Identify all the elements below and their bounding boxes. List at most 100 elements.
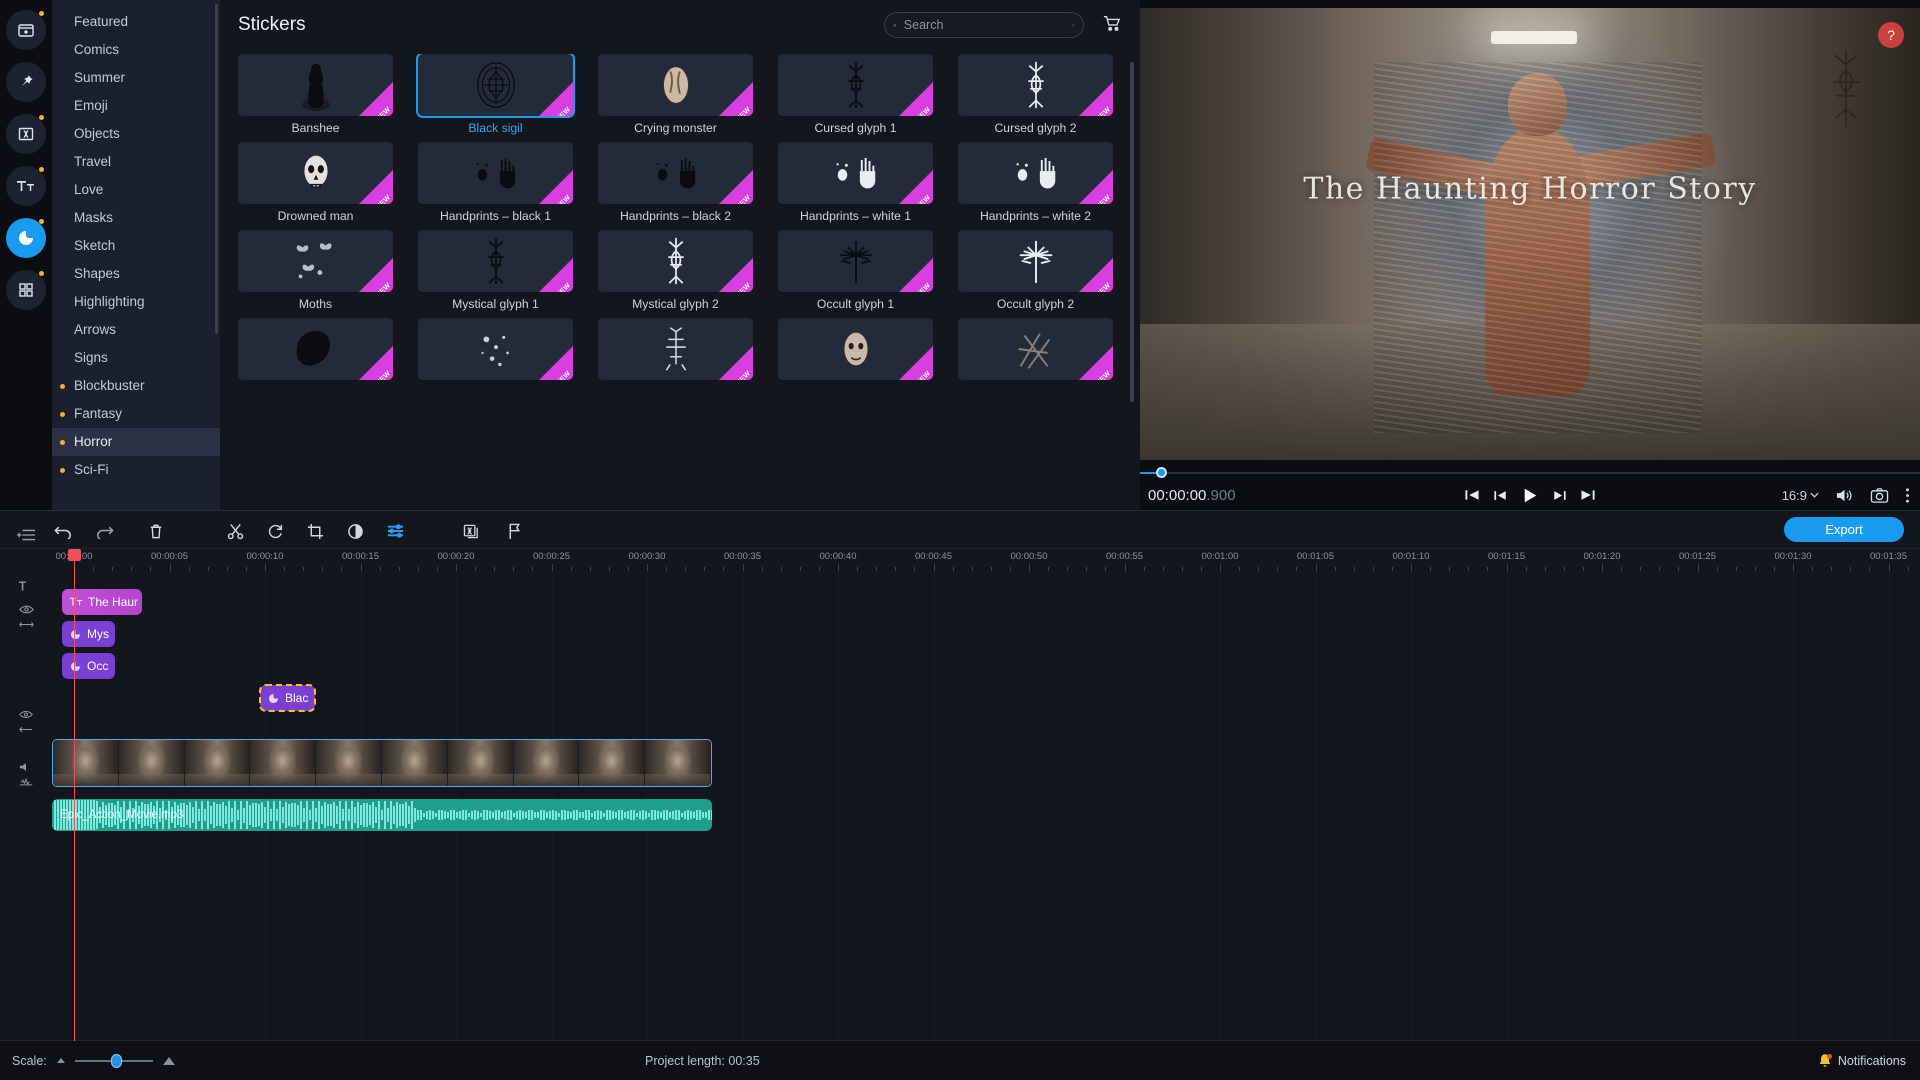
sticker-tile[interactable]: NEW Mystical glyph 2 [598,230,753,311]
notifications-button[interactable]: Notifications [1818,1053,1906,1069]
slider-handle[interactable] [110,1053,122,1068]
sticker-tile[interactable]: NEW Drowned man [238,142,393,223]
category-item-sci-fi[interactable]: Sci-Fi [52,456,220,484]
rail-item-titles[interactable] [6,166,46,206]
category-item-sketch[interactable]: Sketch [52,232,220,260]
link-horizontal-icon[interactable] [18,619,34,630]
sticker-thumbnail[interactable]: NEW [418,318,573,380]
sticker-thumbnail[interactable]: NEW [598,230,753,292]
sticker-thumbnail[interactable]: NEW [958,318,1113,380]
play-icon[interactable] [1522,487,1539,504]
sticker-tile[interactable]: NEW Banshee [238,54,393,135]
sticker-tile[interactable]: NEW Crying monster [598,54,753,135]
track-control-video[interactable] [0,709,52,735]
color-button[interactable] [344,520,366,542]
rail-item-filters[interactable] [6,270,46,310]
sticker-thumbnail[interactable]: NEW [778,54,933,116]
cart-icon[interactable] [1102,14,1122,32]
volume-icon[interactable] [1835,487,1854,504]
sticker-thumbnail[interactable]: NEW [958,230,1113,292]
delete-button[interactable] [145,520,167,542]
next-frame-icon[interactable] [1553,489,1567,502]
sticker-tile[interactable]: NEW [778,318,933,385]
category-item-horror[interactable]: Horror [52,428,220,456]
sticker-thumbnail[interactable]: NEW [238,230,393,292]
more-vertical-icon[interactable] [1905,487,1910,504]
track-control-overlay[interactable] [0,604,52,630]
sticker-tile[interactable]: NEW Handprints – white 2 [958,142,1113,223]
sticker-thumbnail[interactable]: NEW [238,54,393,116]
category-item-masks[interactable]: Masks [52,204,220,232]
rotate-button[interactable] [264,520,286,542]
search-input[interactable] [903,18,1065,32]
volume-icon[interactable] [19,761,33,773]
timeline-clip-sticker-mystical[interactable]: Mys [62,621,115,647]
search-box[interactable] [884,12,1084,38]
sticker-thumbnail[interactable]: NEW [778,230,933,292]
add-track-button[interactable] [0,527,52,543]
sticker-tile[interactable]: NEW Handprints – black 2 [598,142,753,223]
category-item-summer[interactable]: Summer [52,64,220,92]
help-button[interactable]: ? [1878,22,1904,48]
category-item-blockbuster[interactable]: Blockbuster [52,372,220,400]
rail-item-transitions[interactable] [6,114,46,154]
zoom-out-icon[interactable] [56,1058,65,1063]
sticker-thumbnail[interactable]: NEW [598,54,753,116]
zoom-in-icon[interactable] [162,1056,175,1065]
sticker-thumbnail[interactable]: NEW [958,142,1113,204]
sticker-thumbnail[interactable]: NEW [418,230,573,292]
sticker-tile[interactable]: NEW Handprints – white 1 [778,142,933,223]
sticker-tile[interactable]: NEW [238,318,393,385]
rail-item-titles-pin[interactable] [6,62,46,102]
category-item-highlighting[interactable]: Highlighting [52,288,220,316]
sticker-tile[interactable]: NEW [418,318,573,385]
track-control-audio[interactable] [0,761,52,788]
sticker-thumbnail[interactable]: NEW [778,142,933,204]
undo-button[interactable] [52,520,74,542]
add-track-icon[interactable] [16,527,36,543]
arrow-left-icon[interactable] [19,724,33,735]
sticker-grid-scroll[interactable]: NEW Banshee NEW Black sigil NEW Crying mons… [220,54,1140,510]
sticker-tile[interactable]: NEW [958,318,1113,385]
aspect-ratio-selector[interactable]: 16:9 [1782,488,1819,503]
skip-end-icon[interactable] [1581,488,1596,502]
redo-button[interactable] [93,520,115,542]
sticker-scrollbar[interactable] [1130,62,1134,402]
sticker-tile[interactable]: NEW Cursed glyph 1 [778,54,933,135]
sticker-tile[interactable]: NEW Mystical glyph 1 [418,230,573,311]
category-item-featured[interactable]: Featured [52,8,220,36]
sticker-tile[interactable]: NEW [598,318,753,385]
category-item-objects[interactable]: Objects [52,120,220,148]
sticker-thumbnail[interactable]: NEW [238,318,393,380]
marker-button[interactable] [503,520,525,542]
scale-slider[interactable] [74,1053,153,1068]
waveform-icon[interactable] [19,777,33,788]
sticker-thumbnail[interactable]: NEW [598,318,753,380]
export-button[interactable]: Export [1784,517,1904,542]
close-icon[interactable] [1072,20,1075,31]
timeline-clip-audio[interactable]: Epic_Action_Movie.mp3 [52,799,712,831]
skip-start-icon[interactable] [1465,488,1480,502]
rail-item-stickers[interactable] [6,218,46,258]
category-list[interactable]: Featured Comics Summer Emoji Objects Travel Lo… [52,0,220,510]
category-item-fantasy[interactable]: Fantasy [52,400,220,428]
playhead[interactable] [68,549,81,1041]
rail-item-import-media[interactable] [6,10,46,50]
camera-icon[interactable] [1870,487,1889,504]
category-item-signs[interactable]: Signs [52,344,220,372]
category-item-love[interactable]: Love [52,176,220,204]
sticker-tile[interactable]: NEW Occult glyph 2 [958,230,1113,311]
sticker-tile[interactable]: NEW Moths [238,230,393,311]
category-item-travel[interactable]: Travel [52,148,220,176]
sticker-thumbnail[interactable]: NEW [598,142,753,204]
category-item-shapes[interactable]: Shapes [52,260,220,288]
category-item-comics[interactable]: Comics [52,36,220,64]
sticker-tile[interactable]: NEW Handprints – black 1 [418,142,573,223]
preview-seek-bar[interactable] [1140,466,1920,480]
sticker-thumbnail[interactable]: NEW [418,142,573,204]
sticker-tile[interactable]: NEW Occult glyph 1 [778,230,933,311]
timeline-ruler[interactable]: 00:00:0000:00:0500:00:1000:00:1500:00:20… [52,549,1920,571]
timeline-clip-sticker-black-sigil[interactable]: Blac [259,684,316,712]
seek-handle[interactable] [1156,467,1167,478]
eye-icon[interactable] [19,709,33,720]
